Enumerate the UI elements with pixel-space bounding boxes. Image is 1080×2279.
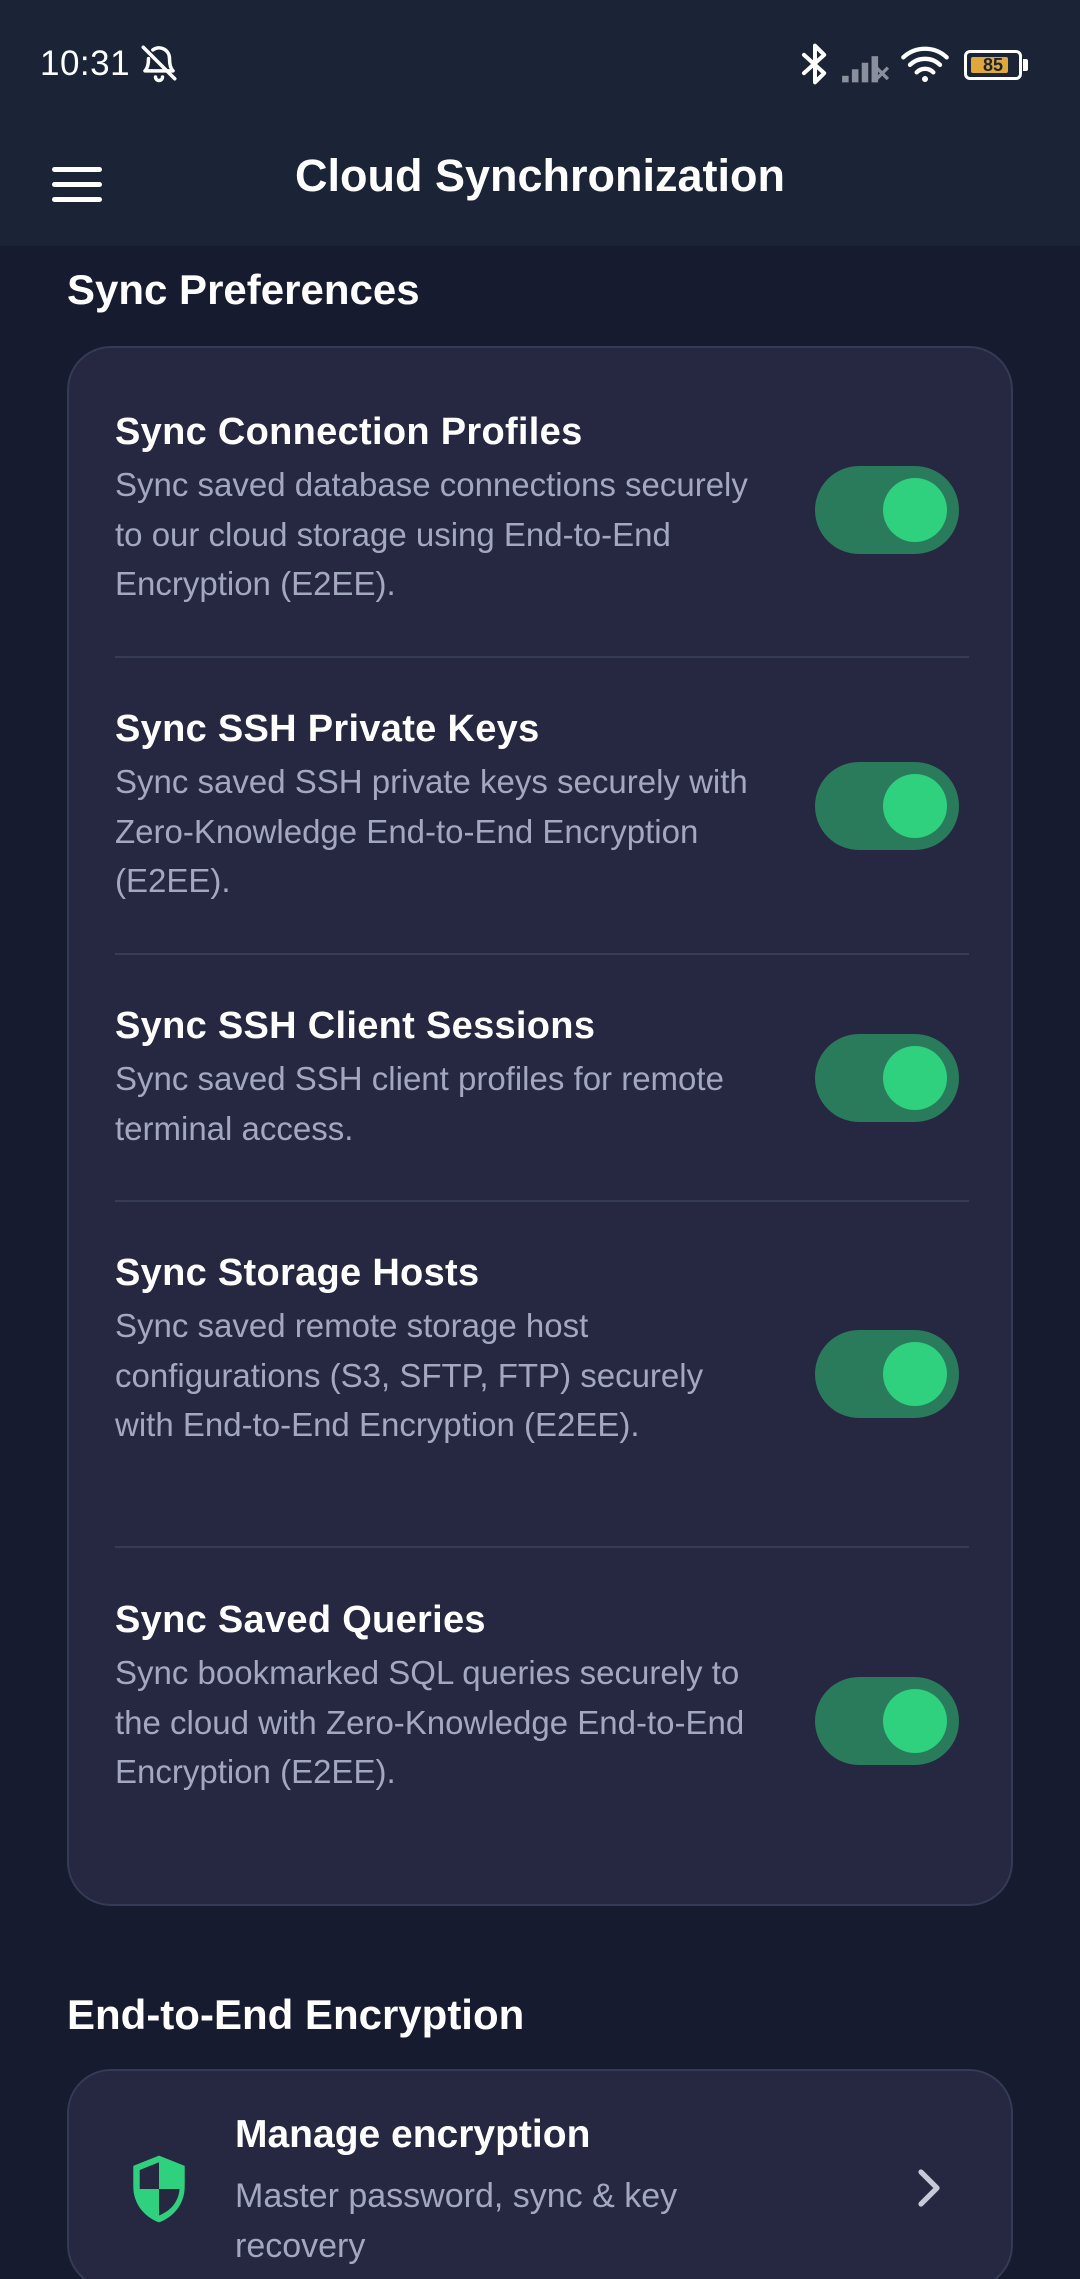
section-title-sync-preferences: Sync Preferences xyxy=(67,266,420,313)
setting-item-saved-queries[interactable]: Sync Saved Queries Sync bookmarked SQL q… xyxy=(115,1596,935,1797)
setting-description: Sync saved SSH private keys securely wit… xyxy=(115,763,748,899)
setting-title: Sync Saved Queries xyxy=(115,1599,486,1641)
divider xyxy=(115,656,969,658)
toggle-knob xyxy=(883,1689,947,1753)
divider xyxy=(115,1546,969,1548)
setting-item-ssh-private-keys[interactable]: Sync SSH Private Keys Sync saved SSH pri… xyxy=(115,705,935,906)
toggle-knob xyxy=(883,774,947,838)
bell-off-icon xyxy=(141,45,177,83)
setting-description: Sync bookmarked SQL queries securely to … xyxy=(115,1654,745,1790)
signal-icon xyxy=(842,56,890,83)
battery-tip xyxy=(1023,59,1028,71)
manage-encryption-item[interactable]: Manage encryption Master password, sync … xyxy=(67,2069,1013,2279)
toggle-sync-connection-profiles[interactable] xyxy=(815,466,959,554)
toggle-knob xyxy=(883,1342,947,1406)
toggle-sync-saved-queries[interactable] xyxy=(815,1677,959,1765)
status-time: 10:31 xyxy=(40,44,131,83)
toggle-sync-ssh-private-keys[interactable] xyxy=(815,762,959,850)
wifi-icon xyxy=(901,46,949,82)
toggle-knob xyxy=(883,478,947,542)
setting-title: Sync SSH Client Sessions xyxy=(115,1005,596,1047)
setting-description: Sync saved database connections securely… xyxy=(115,466,748,602)
manage-encryption-title: Manage encryption xyxy=(235,2113,591,2156)
setting-item-ssh-client-sessions[interactable]: Sync SSH Client Sessions Sync saved SSH … xyxy=(115,1002,935,1153)
setting-item-connection-profiles[interactable]: Sync Connection Profiles Sync saved data… xyxy=(115,408,935,609)
setting-description: Sync saved remote storage host configura… xyxy=(115,1307,704,1443)
manage-encryption-description: Master password, sync & key recovery xyxy=(235,2177,678,2265)
toggle-knob xyxy=(883,1046,947,1110)
setting-title: Sync Connection Profiles xyxy=(115,411,583,453)
battery-icon: 85 xyxy=(964,50,1028,80)
chevron-right-icon xyxy=(918,2169,940,2207)
toggle-sync-storage-hosts[interactable] xyxy=(815,1330,959,1418)
divider xyxy=(115,953,969,955)
setting-description: Sync saved SSH client profiles for remot… xyxy=(115,1060,724,1147)
bluetooth-icon xyxy=(801,43,827,85)
battery-level: 85 xyxy=(982,55,1004,75)
setting-title: Sync SSH Private Keys xyxy=(115,708,540,750)
app-bar: Cloud Synchronization xyxy=(0,122,1080,246)
page-title: Cloud Synchronization xyxy=(295,150,785,201)
section-title-end-to-end-encryption: End-to-End Encryption xyxy=(67,1991,525,2038)
status-bar: 10:31 85 xyxy=(0,0,1080,122)
sync-preferences-card: Sync Connection Profiles Sync saved data… xyxy=(67,346,1013,1906)
toggle-sync-ssh-client-sessions[interactable] xyxy=(815,1034,959,1122)
shield-icon xyxy=(133,2155,185,2223)
screen: 10:31 85 Cloud Synchronization Sync Pref… xyxy=(0,0,1080,2279)
divider xyxy=(115,1200,969,1202)
setting-title: Sync Storage Hosts xyxy=(115,1252,480,1294)
setting-item-storage-hosts[interactable]: Sync Storage Hosts Sync saved remote sto… xyxy=(115,1249,935,1450)
